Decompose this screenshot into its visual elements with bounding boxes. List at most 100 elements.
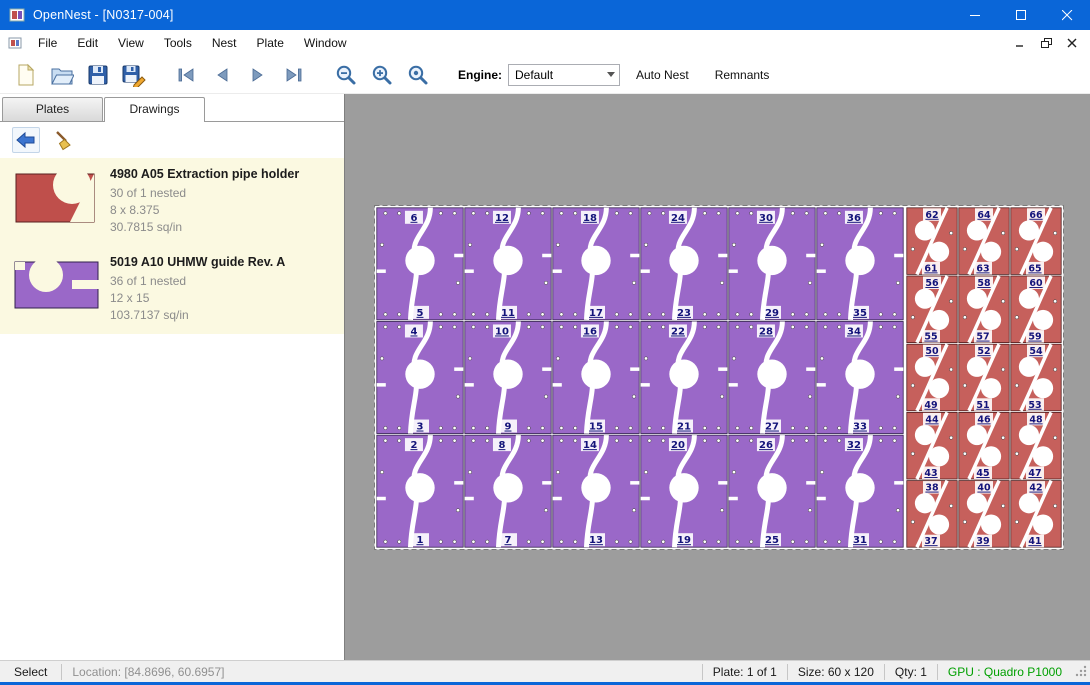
nest-part-pair[interactable]: 5453 <box>1011 344 1061 411</box>
nest-part-pair[interactable]: 2625 <box>729 435 815 547</box>
svg-text:8: 8 <box>498 440 505 451</box>
nest-part-pair[interactable]: 2019 <box>641 435 727 547</box>
nest-part-pair[interactable]: 3635 <box>817 208 903 320</box>
nest-part-pair[interactable]: 6463 <box>959 208 1009 275</box>
mdi-minimize-button[interactable] <box>1008 33 1032 53</box>
svg-text:18: 18 <box>583 213 597 224</box>
svg-text:36: 36 <box>847 213 861 224</box>
menu-file[interactable]: File <box>28 31 67 55</box>
zoom-out-button[interactable] <box>328 59 364 91</box>
nest-part-pair[interactable]: 3433 <box>817 321 903 433</box>
save-button[interactable] <box>80 59 116 91</box>
status-plate: Plate: 1 of 1 <box>703 665 787 679</box>
nest-part-pair[interactable]: 5251 <box>959 344 1009 411</box>
nest-part-pair[interactable]: 1211 <box>465 208 551 320</box>
status-gpu: GPU : Quadro P1000 <box>938 665 1072 679</box>
svg-text:44: 44 <box>925 414 939 425</box>
zoom-fit-button[interactable] <box>400 59 436 91</box>
previous-plate-button[interactable] <box>204 59 240 91</box>
svg-text:19: 19 <box>677 535 691 546</box>
nest-part-pair[interactable]: 6665 <box>1011 208 1061 275</box>
svg-text:7: 7 <box>505 535 512 546</box>
engine-select[interactable]: Default <box>508 64 620 86</box>
plate[interactable]: 6512111817242330293635431091615222128273… <box>374 205 1064 550</box>
nest-part-pair[interactable]: 109 <box>465 321 551 433</box>
mdi-restore-button[interactable] <box>1034 33 1058 53</box>
nest-part-pair[interactable]: 3231 <box>817 435 903 547</box>
nest-part-pair[interactable]: 21 <box>377 435 463 547</box>
nest-canvas[interactable]: 6512111817242330293635431091615222128273… <box>345 94 1090 660</box>
main-toolbar: Engine: Default Auto Nest Remnants <box>0 56 1090 94</box>
nest-part-pair[interactable]: 3837 <box>907 481 957 548</box>
nest-part-pair[interactable]: 4443 <box>907 412 957 479</box>
chevron-down-icon[interactable] <box>603 72 619 77</box>
nest-part-pair[interactable]: 6261 <box>907 208 957 275</box>
first-plate-button[interactable] <box>168 59 204 91</box>
svg-text:30: 30 <box>759 213 773 224</box>
maximize-button[interactable] <box>998 0 1044 30</box>
nest-part-pair[interactable]: 1817 <box>553 208 639 320</box>
tab-drawings[interactable]: Drawings <box>104 97 205 122</box>
nest-part-pair[interactable]: 1615 <box>553 321 639 433</box>
menu-edit[interactable]: Edit <box>67 31 108 55</box>
nest-part-pair[interactable]: 3029 <box>729 208 815 320</box>
nest-part-pair[interactable]: 65 <box>377 208 463 320</box>
nest-part-pair[interactable]: 4847 <box>1011 412 1061 479</box>
drawing-item-uhmw-guide[interactable]: 5019 A10 UHMW guide Rev. A 36 of 1 neste… <box>0 246 344 334</box>
nest-part-pair[interactable]: 2221 <box>641 321 727 433</box>
last-plate-button[interactable] <box>276 59 312 91</box>
nest-part-pair[interactable]: 6059 <box>1011 276 1061 343</box>
svg-text:65: 65 <box>1028 263 1041 274</box>
menu-view[interactable]: View <box>108 31 154 55</box>
menu-nest[interactable]: Nest <box>202 31 247 55</box>
nest-part-pair[interactable]: 4645 <box>959 412 1009 479</box>
nest-part-pair[interactable]: 5049 <box>907 344 957 411</box>
import-drawing-button[interactable] <box>12 127 40 153</box>
nest-part-pair[interactable]: 4241 <box>1011 481 1061 548</box>
nest-part-pair[interactable]: 5655 <box>907 276 957 343</box>
drawing-item-extraction-pipe-holder[interactable]: 4980 A05 Extraction pipe holder 30 of 1 … <box>0 158 344 246</box>
svg-text:6: 6 <box>410 213 417 224</box>
nest-part-pair[interactable]: 4039 <box>959 481 1009 548</box>
svg-text:51: 51 <box>976 400 989 411</box>
save-as-button[interactable] <box>116 59 152 91</box>
svg-text:22: 22 <box>671 326 685 337</box>
menu-tools[interactable]: Tools <box>154 31 202 55</box>
minimize-button[interactable] <box>952 0 998 30</box>
panel-tabs: Plates Drawings <box>0 94 344 122</box>
nest-part-pair[interactable]: 2423 <box>641 208 727 320</box>
svg-text:37: 37 <box>924 536 937 547</box>
svg-text:59: 59 <box>1028 332 1041 343</box>
mdi-close-button[interactable] <box>1060 33 1084 53</box>
new-button[interactable] <box>8 59 44 91</box>
drawing-area: 103.7137 sq/in <box>110 307 285 324</box>
drawing-size: 8 x 8.375 <box>110 202 299 219</box>
nest-part-pair[interactable]: 2827 <box>729 321 815 433</box>
nest-part-pair[interactable]: 1413 <box>553 435 639 547</box>
svg-text:4: 4 <box>410 326 417 337</box>
svg-text:12: 12 <box>495 213 509 224</box>
document-icon[interactable] <box>8 36 22 50</box>
remnants-button[interactable]: Remnants <box>705 62 780 88</box>
next-plate-button[interactable] <box>240 59 276 91</box>
svg-text:27: 27 <box>765 422 779 433</box>
drawing-nested-count: 36 of 1 nested <box>110 273 285 290</box>
svg-text:2: 2 <box>410 440 417 451</box>
menu-plate[interactable]: Plate <box>247 31 294 55</box>
open-button[interactable] <box>44 59 80 91</box>
resize-grip-icon[interactable] <box>1072 664 1090 679</box>
auto-nest-button[interactable]: Auto Nest <box>626 62 699 88</box>
nest-part-pair[interactable]: 87 <box>465 435 551 547</box>
drawing-nested-count: 30 of 1 nested <box>110 185 299 202</box>
zoom-in-button[interactable] <box>364 59 400 91</box>
close-button[interactable] <box>1044 0 1090 30</box>
part-thumbnail-red <box>10 166 104 236</box>
svg-text:46: 46 <box>977 414 991 425</box>
clean-broom-button[interactable] <box>50 127 78 153</box>
nest-part-pair[interactable]: 43 <box>377 321 463 433</box>
menu-window[interactable]: Window <box>294 31 357 55</box>
svg-text:63: 63 <box>976 263 989 274</box>
tab-plates[interactable]: Plates <box>2 97 103 121</box>
nest-part-pair[interactable]: 5857 <box>959 276 1009 343</box>
svg-text:48: 48 <box>1029 414 1043 425</box>
